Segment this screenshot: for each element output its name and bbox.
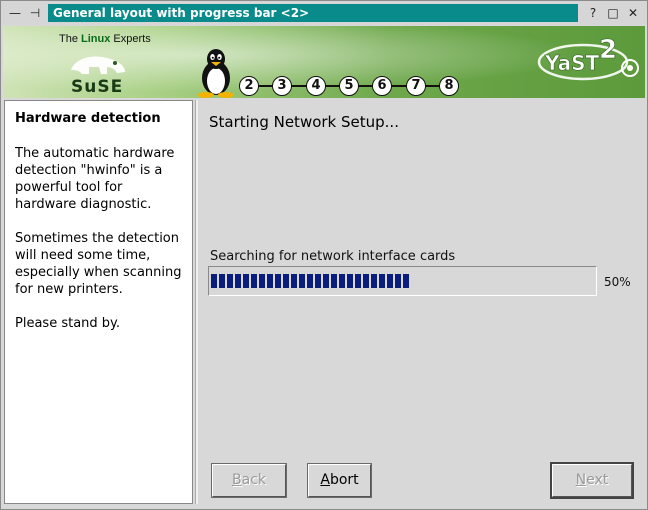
maximize-icon[interactable]: □ [605, 5, 621, 21]
progress-segment [307, 274, 313, 288]
step-3: 3 [272, 76, 292, 96]
progress-segment [275, 274, 281, 288]
step-8: 8 [439, 76, 459, 96]
help-paragraph: The automatic hardware detection "hwinfo… [15, 146, 175, 212]
progress-segment [331, 274, 337, 288]
help-title: Hardware detection [15, 111, 161, 126]
progress-segment [395, 274, 401, 288]
progress-steps: 2 3 4 5 6 7 8 [239, 76, 469, 96]
header-banner: The Linux Experts SuSE 2 3 4 5 6 7 8 YaS… [3, 26, 645, 98]
progress-fill [211, 274, 409, 288]
progress-segment [339, 274, 345, 288]
step-4: 4 [306, 76, 326, 96]
progress-segment [219, 274, 225, 288]
progress-segment [283, 274, 289, 288]
progress-segment [387, 274, 393, 288]
help-paragraph: Please stand by. [15, 316, 121, 331]
minimize-icon[interactable]: — [7, 5, 23, 21]
progress-segment [227, 274, 233, 288]
progress-segment [355, 274, 361, 288]
back-button[interactable]: Back [211, 463, 287, 498]
progress-segment [299, 274, 305, 288]
progress-segment [403, 274, 409, 288]
yast2-logo: YaST 2 [537, 35, 639, 81]
help-panel: Hardware detection The automatic hardwar… [4, 100, 193, 504]
progress-segment [379, 274, 385, 288]
help-paragraph: Sometimes the detection will need some t… [15, 231, 182, 297]
yast-window: — ⊣ General layout with progress bar <2>… [0, 0, 648, 510]
page-title: Starting Network Setup... [209, 113, 399, 131]
progress-percent: 50% [604, 275, 631, 289]
progress-segment [323, 274, 329, 288]
svg-text:YaST: YaST [544, 51, 600, 75]
help-icon[interactable]: ? [585, 5, 601, 21]
suse-tagline: The Linux Experts [59, 33, 151, 45]
panel-divider [195, 100, 198, 504]
progress-label: Searching for network interface cards [210, 249, 456, 264]
suse-wordmark: SuSE [71, 77, 124, 97]
progress-segment [363, 274, 369, 288]
title-bar: — ⊣ General layout with progress bar <2>… [1, 1, 647, 25]
progress-segment [235, 274, 241, 288]
step-7: 7 [406, 76, 426, 96]
step-5: 5 [339, 76, 359, 96]
progress-bar [208, 266, 597, 296]
progress-segment [267, 274, 273, 288]
pin-icon[interactable]: ⊣ [27, 5, 43, 21]
progress-segment [315, 274, 321, 288]
close-icon[interactable]: ✕ [625, 5, 641, 21]
window-title: General layout with progress bar <2> [48, 4, 578, 22]
progress-segment [347, 274, 353, 288]
progress-segment [291, 274, 297, 288]
tux-penguin-icon [198, 49, 234, 98]
step-2: 2 [239, 76, 259, 96]
progress-segment [211, 274, 217, 288]
step-6: 6 [372, 76, 392, 96]
progress-segment [259, 274, 265, 288]
progress-segment [251, 274, 257, 288]
next-button[interactable]: Next [550, 462, 634, 499]
svg-text:2: 2 [599, 35, 617, 65]
abort-button[interactable]: Abort [307, 463, 372, 498]
progress-segment [243, 274, 249, 288]
progress-segment [371, 274, 377, 288]
